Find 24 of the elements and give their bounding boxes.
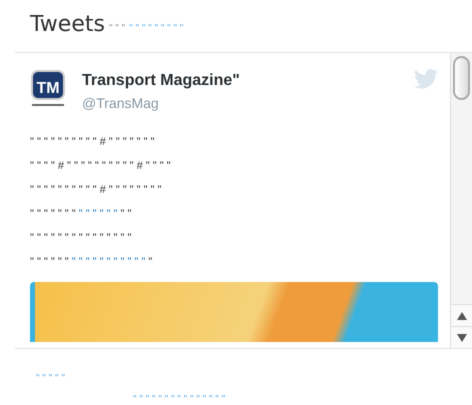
account-name[interactable]: Transport Magazine" xyxy=(82,69,398,93)
footer-link[interactable]: " " " " " " " " " " " " " " " xyxy=(133,392,226,405)
link-text[interactable]: " " " " " " " " " " " xyxy=(72,256,146,268)
widget-title: Tweets xyxy=(30,11,105,39)
account-handle[interactable]: @TransMag xyxy=(82,93,398,114)
link-text[interactable]: " " " " " " " " " xyxy=(129,21,184,36)
scroll-up-icon[interactable] xyxy=(456,312,466,320)
footer-link[interactable]: " " " " " xyxy=(36,371,65,386)
text: " " " " " " " " " " # " " " " " " " xyxy=(30,136,154,148)
text: " " " " " " " " " " # " " " " " " " " xyxy=(30,184,162,196)
text: " " " " # " " " " " " " " " " # " " " " xyxy=(30,160,171,172)
text: " " " " " " xyxy=(30,256,70,268)
text: " xyxy=(147,256,152,268)
scrollbar[interactable] xyxy=(450,53,472,348)
magazine-logo: TM xyxy=(30,69,66,109)
scroll-down-icon[interactable] xyxy=(456,334,466,342)
text: " " " " " " " " " " " " " " " xyxy=(30,232,132,244)
link-text[interactable]: " " " " " " xyxy=(78,208,118,220)
text: " " " xyxy=(108,22,126,36)
text: " " " " " " " xyxy=(30,208,77,220)
bird-icon[interactable] xyxy=(414,69,438,89)
text: " " xyxy=(120,208,132,220)
scroll-thumb[interactable] xyxy=(453,56,470,100)
map-image-placeholder[interactable] xyxy=(30,282,438,342)
